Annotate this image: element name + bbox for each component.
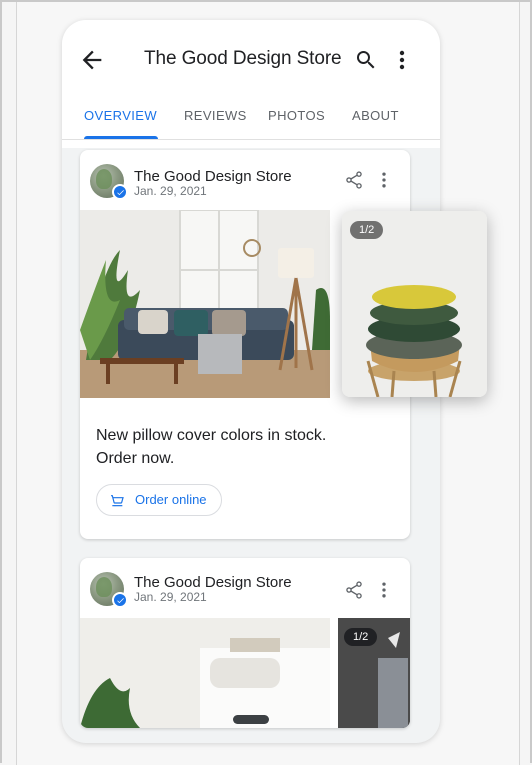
post-photo-pillows[interactable]: 1/2 xyxy=(342,211,487,397)
app-bar: The Good Design Store OVERVIEW REVIEWS P… xyxy=(62,20,440,148)
post-author[interactable]: The Good Design Store xyxy=(134,574,292,591)
post-author[interactable]: The Good Design Store xyxy=(134,168,292,185)
post-date: Jan. 29, 2021 xyxy=(134,184,207,198)
tab-reviews[interactable]: REVIEWS xyxy=(184,108,247,123)
order-online-button[interactable]: Order online xyxy=(96,484,222,516)
page-title: The Good Design Store xyxy=(144,48,342,69)
post-photo-living-room[interactable] xyxy=(80,210,330,398)
photo-pager: 1/2 xyxy=(350,221,384,239)
share-icon[interactable] xyxy=(344,170,364,190)
search-icon[interactable] xyxy=(354,48,378,72)
post-card: The Good Design Store Jan. 29, 2021 1/2 xyxy=(80,558,410,728)
avatar[interactable] xyxy=(90,164,128,200)
post-date: Jan. 29, 2021 xyxy=(134,590,207,604)
post-more-icon[interactable] xyxy=(380,170,388,190)
avatar-image xyxy=(96,169,112,189)
verified-check-icon xyxy=(112,184,128,200)
tab-photos[interactable]: PHOTOS xyxy=(268,108,325,123)
photo-pager: 1/2 xyxy=(344,628,378,646)
tab-overview[interactable]: OVERVIEW xyxy=(84,108,157,123)
avatar[interactable] xyxy=(90,572,128,608)
verified-check-icon xyxy=(112,592,128,608)
more-vert-icon[interactable] xyxy=(396,48,408,72)
caption-line: Order now. xyxy=(96,450,175,467)
post-caption: New pillow cover colors in stock. Order … xyxy=(96,424,396,470)
divider xyxy=(62,139,440,140)
post-more-icon[interactable] xyxy=(380,580,388,600)
cart-icon xyxy=(111,495,124,507)
caption-line: New pillow cover colors in stock. xyxy=(96,427,327,444)
avatar-image xyxy=(96,577,112,597)
arrow-back-icon[interactable] xyxy=(78,46,106,74)
post-photo-bedroom[interactable] xyxy=(80,618,330,728)
tab-about[interactable]: ABOUT xyxy=(352,108,399,123)
share-icon[interactable] xyxy=(344,580,364,600)
home-gesture-bar[interactable] xyxy=(233,715,269,724)
order-online-label: Order online xyxy=(135,492,207,507)
